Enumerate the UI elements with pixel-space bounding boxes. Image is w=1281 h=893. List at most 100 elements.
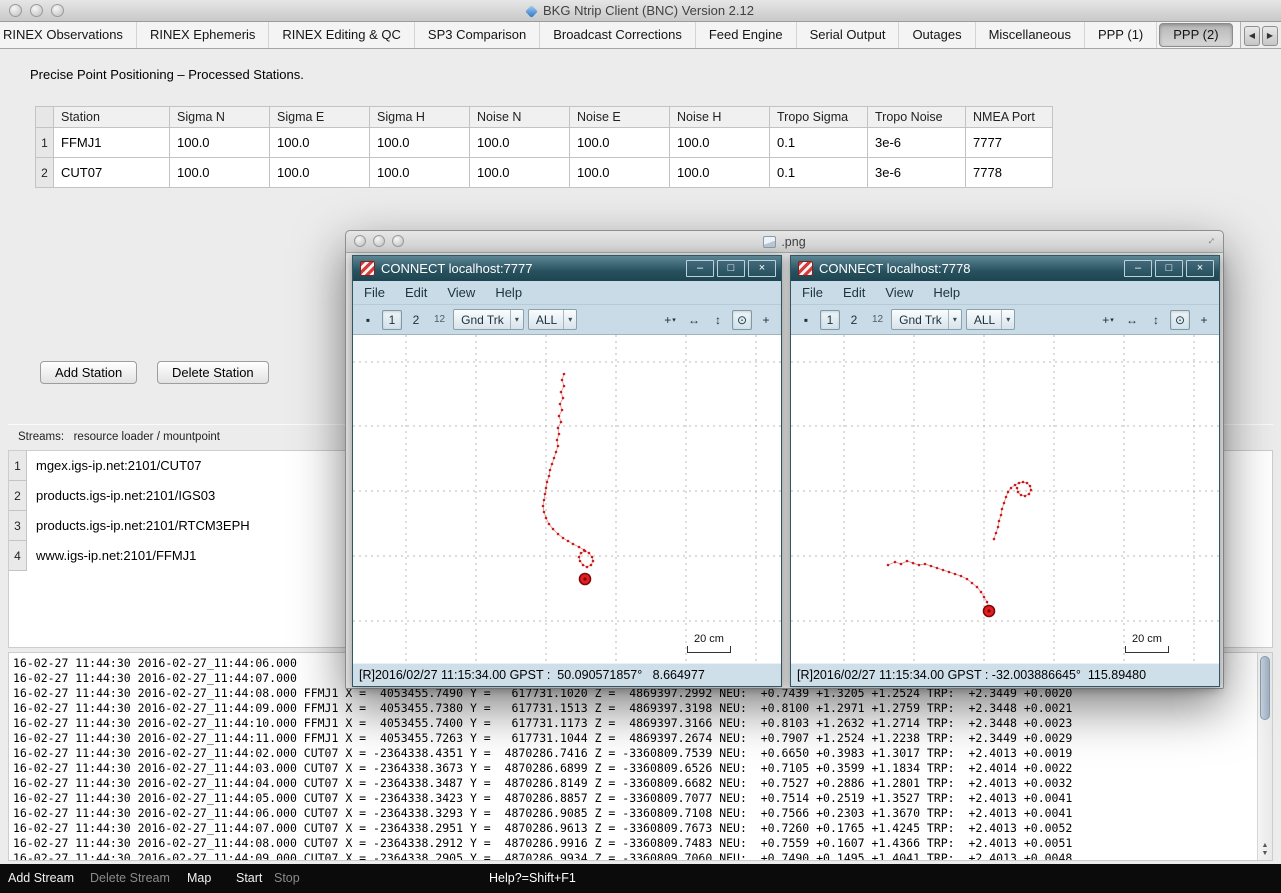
scroll-down-icon[interactable]: ▼ xyxy=(1258,850,1272,858)
tab-miscellaneous[interactable]: Miscellaneous xyxy=(976,22,1085,48)
bnc-titlebar[interactable]: CONNECT localhost:7778 – □ × xyxy=(791,256,1219,281)
satellite-filter-select[interactable]: ALL▾ xyxy=(528,309,577,330)
menu-file[interactable]: File xyxy=(364,285,385,300)
table-cell[interactable]: 7777 xyxy=(966,128,1053,158)
fit-height-button[interactable]: ↕ xyxy=(708,310,728,330)
ground-track-select[interactable]: Gnd Trk▾ xyxy=(891,309,962,330)
chevron-down-icon: ▾ xyxy=(672,316,676,324)
maximize-button[interactable]: □ xyxy=(717,260,745,277)
menu-help[interactable]: Help xyxy=(933,285,960,300)
tab-rinex-observations[interactable]: RINEX Observations xyxy=(0,22,137,48)
close-button[interactable]: × xyxy=(748,260,776,277)
table-cell[interactable]: 100.0 xyxy=(670,128,770,158)
bottom-action-delete-stream[interactable]: Delete Stream xyxy=(90,871,170,885)
twelve-panel-button[interactable]: 12 xyxy=(430,310,449,330)
center-view-button[interactable]: ⊙ xyxy=(1170,310,1190,330)
bottom-action-start[interactable]: Start xyxy=(236,871,262,885)
tab-serial-output[interactable]: Serial Output xyxy=(797,22,900,48)
row-number-header: 4 xyxy=(9,541,27,571)
scrollbar-thumb[interactable] xyxy=(1260,656,1270,720)
bottom-action-add-stream[interactable]: Add Stream xyxy=(8,871,74,885)
menu-file[interactable]: File xyxy=(802,285,823,300)
table-cell[interactable]: 100.0 xyxy=(370,128,470,158)
tab-rinex-editing-qc[interactable]: RINEX Editing & QC xyxy=(269,22,415,48)
table-cell[interactable]: 100.0 xyxy=(370,158,470,188)
menu-view[interactable]: View xyxy=(447,285,475,300)
log-line: 16-02-27 11:44:30 2016-02-27_11:44:06.00… xyxy=(13,806,1272,821)
marker-style-button[interactable]: ▪ xyxy=(796,310,816,330)
log-line: 16-02-27 11:44:30 2016-02-27_11:44:07.00… xyxy=(13,821,1272,836)
delete-station-button[interactable]: Delete Station xyxy=(157,361,269,384)
zoom-menu-button[interactable]: +▾ xyxy=(1098,310,1118,330)
marker-style-button[interactable]: ▪ xyxy=(358,310,378,330)
tab-feed-engine[interactable]: Feed Engine xyxy=(696,22,797,48)
table-cell[interactable]: 100.0 xyxy=(470,158,570,188)
track-plot-canvas xyxy=(791,335,1219,663)
crosshair-button[interactable]: + xyxy=(756,310,776,330)
two-panel-button[interactable]: 2 xyxy=(406,310,426,330)
zoom-menu-button[interactable]: +▾ xyxy=(660,310,680,330)
tab-outages[interactable]: Outages xyxy=(899,22,975,48)
two-panel-button[interactable]: 2 xyxy=(844,310,864,330)
bnc-titlebar[interactable]: CONNECT localhost:7777 – □ × xyxy=(353,256,781,281)
ground-track-plot[interactable]: 20 cm xyxy=(353,335,781,663)
tab-broadcast-corrections[interactable]: Broadcast Corrections xyxy=(540,22,696,48)
table-cell[interactable]: 0.1 xyxy=(770,158,868,188)
bottom-action-map[interactable]: Map xyxy=(187,871,211,885)
menu-help[interactable]: Help xyxy=(495,285,522,300)
tab-ppp-2[interactable]: PPP (2) xyxy=(1159,23,1232,47)
menu-view[interactable]: View xyxy=(885,285,913,300)
table-cell[interactable]: 100.0 xyxy=(270,158,370,188)
tab-rinex-ephemeris[interactable]: RINEX Ephemeris xyxy=(137,22,269,48)
table-cell[interactable]: 100.0 xyxy=(670,158,770,188)
table-cell[interactable]: FFMJ1 xyxy=(54,128,170,158)
menu-edit[interactable]: Edit xyxy=(405,285,427,300)
tab-ppp-1[interactable]: PPP (1) xyxy=(1085,22,1157,48)
table-cell[interactable]: 100.0 xyxy=(270,128,370,158)
table-cell[interactable]: 100.0 xyxy=(570,128,670,158)
table-cell[interactable]: 3e-6 xyxy=(868,158,966,188)
menu-edit[interactable]: Edit xyxy=(843,285,865,300)
fit-width-button[interactable]: ↔ xyxy=(1122,310,1142,330)
ground-track-select[interactable]: Gnd Trk▾ xyxy=(453,309,524,330)
twelve-panel-button[interactable]: 12 xyxy=(868,310,887,330)
satellite-filter-select[interactable]: ALL▾ xyxy=(966,309,1015,330)
table-cell[interactable]: 7778 xyxy=(966,158,1053,188)
fit-height-button[interactable]: ↕ xyxy=(1146,310,1166,330)
tab-bar: RINEX ObservationsRINEX EphemerisRINEX E… xyxy=(0,22,1281,49)
row-number-header: 1 xyxy=(36,128,54,158)
tab-scroll-left-button[interactable]: ◀ xyxy=(1244,26,1260,46)
marker-glyph-icon: ▪ xyxy=(366,313,370,327)
minimize-button[interactable]: – xyxy=(1124,260,1152,277)
table-cell[interactable]: 0.1 xyxy=(770,128,868,158)
one-panel-button[interactable]: 1 xyxy=(820,310,840,330)
bottom-bar: Add StreamDelete StreamMapStartStop Help… xyxy=(0,864,1281,893)
bottom-action-stop[interactable]: Stop xyxy=(274,871,300,885)
scroll-up-icon[interactable]: ▲ xyxy=(1258,842,1272,850)
column-header: Noise E xyxy=(570,107,670,128)
stream-mountpoint: mgex.igs-ip.net:2101/CUT07 xyxy=(27,451,201,481)
table-cell[interactable]: 3e-6 xyxy=(868,128,966,158)
log-scrollbar[interactable]: ▲ ▼ xyxy=(1257,653,1272,860)
ground-track-plot[interactable]: 20 cm xyxy=(791,335,1219,663)
maximize-button[interactable]: □ xyxy=(1155,260,1183,277)
png-window-titlebar[interactable]: .png ↔ xyxy=(346,231,1223,253)
center-icon: ⊙ xyxy=(1175,313,1185,327)
minimize-button[interactable]: – xyxy=(686,260,714,277)
table-cell[interactable]: 100.0 xyxy=(170,158,270,188)
window-titlebar[interactable]: BKG Ntrip Client (BNC) Version 2.12 xyxy=(0,0,1281,22)
table-cell[interactable]: 100.0 xyxy=(470,128,570,158)
table-corner-header xyxy=(36,107,54,128)
table-cell[interactable]: 100.0 xyxy=(570,158,670,188)
tab-scroll-right-button[interactable]: ▶ xyxy=(1262,26,1278,46)
bnc-window-title: CONNECT localhost:7777 xyxy=(381,261,686,276)
crosshair-button[interactable]: + xyxy=(1194,310,1214,330)
close-button[interactable]: × xyxy=(1186,260,1214,277)
fit-width-button[interactable]: ↔ xyxy=(684,310,704,330)
table-cell[interactable]: 100.0 xyxy=(170,128,270,158)
one-panel-button[interactable]: 1 xyxy=(382,310,402,330)
center-view-button[interactable]: ⊙ xyxy=(732,310,752,330)
add-station-button[interactable]: Add Station xyxy=(40,361,137,384)
table-cell[interactable]: CUT07 xyxy=(54,158,170,188)
tab-sp3-comparison[interactable]: SP3 Comparison xyxy=(415,22,540,48)
